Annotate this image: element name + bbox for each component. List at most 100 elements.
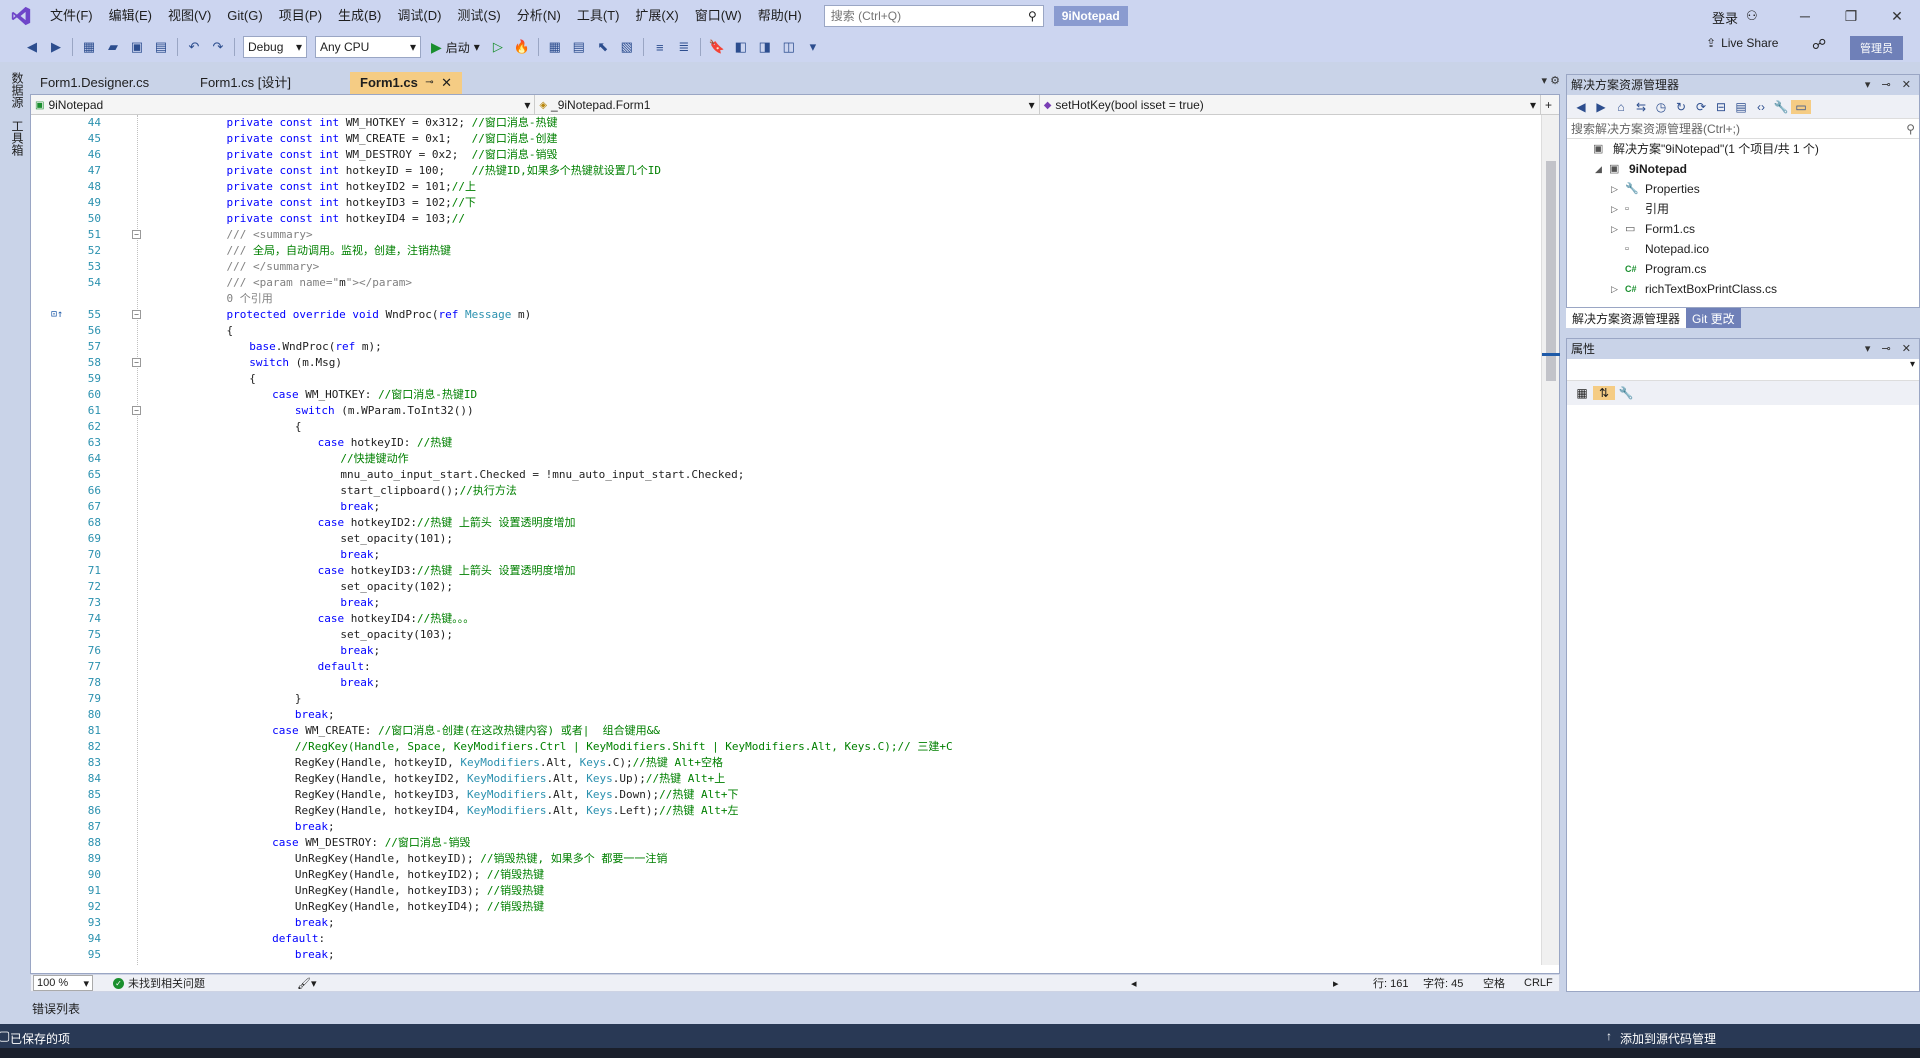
error-list-tab[interactable]: 错误列表	[30, 998, 82, 1019]
code-line[interactable]: 59 {	[31, 371, 1541, 387]
alphabetical-icon[interactable]: ⇅	[1593, 386, 1615, 400]
code-line[interactable]: 79}	[31, 691, 1541, 707]
code-line[interactable]: 66 start_clipboard();//执行方法	[31, 483, 1541, 499]
code-line[interactable]: 51 − /// <summary>	[31, 227, 1541, 243]
restore-button[interactable]: ❐	[1828, 0, 1874, 32]
data-sources-tab[interactable]: 数据源	[4, 66, 26, 114]
expand-icon[interactable]: ▷	[1611, 179, 1618, 199]
code-line[interactable]: 44 private const int WM_HOTKEY = 0x312; /…	[31, 115, 1541, 131]
collapse-icon[interactable]: −	[132, 358, 141, 367]
solution-config-icon[interactable]: ▧	[617, 37, 637, 57]
code-line[interactable]: ⊡↑ 55− protected override void WndProc(ref…	[31, 307, 1541, 323]
code-line[interactable]: 56 {	[31, 323, 1541, 339]
code-line[interactable]: 65 mnu_auto_input_start.Checked = !mnu_au…	[31, 467, 1541, 483]
tab-git-changes[interactable]: Git 更改	[1686, 308, 1741, 328]
search-input[interactable]	[830, 9, 1028, 23]
home-icon[interactable]: ⌂	[1611, 100, 1631, 114]
tab-form1-designer-cs[interactable]: Form1.Designer.cs	[30, 72, 190, 94]
code-line[interactable]: 90 UnRegKey(Handle, hotkeyID2); //销毁热键	[31, 867, 1541, 883]
clear-bookmarks-icon[interactable]: ◫	[779, 37, 799, 57]
tab-solution-explorer[interactable]: 解决方案资源管理器	[1566, 308, 1687, 328]
preview-icon[interactable]: ▭	[1791, 99, 1811, 114]
layout-icon[interactable]: ▤	[569, 37, 589, 57]
start-without-debugging-icon[interactable]: ▷	[488, 37, 508, 57]
code-line[interactable]: 62 {	[31, 419, 1541, 435]
live-share-button[interactable]: ⇪ Live Share	[1706, 36, 1778, 50]
eol-indicator[interactable]: CRLF	[1524, 977, 1553, 989]
menu-item[interactable]: 调试(D)	[389, 0, 449, 32]
pin-icon[interactable]: ⊸	[425, 72, 433, 94]
tree-item[interactable]: ▷ 🔧 Properties	[1567, 179, 1919, 199]
save-all-icon[interactable]: ▤	[151, 37, 171, 57]
tree-item[interactable]: ▷ ▭ Form1.cs	[1567, 219, 1919, 239]
menu-item[interactable]: 视图(V)	[160, 0, 219, 32]
menu-item[interactable]: Git(G)	[219, 0, 270, 32]
code-line[interactable]: 48 private const int hotkeyID2 = 101;//上	[31, 179, 1541, 195]
toolbox-tab[interactable]: 工具箱	[4, 114, 26, 162]
tab-overflow-icon[interactable]: ▾ ⚙	[1542, 74, 1560, 87]
save-icon[interactable]: ▣	[127, 37, 147, 57]
solution-search-input[interactable]: 搜索解决方案资源管理器(Ctrl+;) ⚲	[1567, 119, 1919, 139]
code-line[interactable]: 75 set_opacity(103);	[31, 627, 1541, 643]
menu-item[interactable]: 文件(F)	[42, 0, 101, 32]
code-line[interactable]: 91 UnRegKey(Handle, hotkeyID3); //销毁热键	[31, 883, 1541, 899]
issues-indicator[interactable]: ✓ 未找到相关问题	[113, 975, 205, 991]
menu-item[interactable]: 编辑(E)	[101, 0, 160, 32]
code-line[interactable]: 57 base.WndProc(ref m);	[31, 339, 1541, 355]
start-button[interactable]: ▶ 启动 ▾	[431, 39, 480, 56]
code-line[interactable]: 50 private const int hotkeyID4 = 103;//	[31, 211, 1541, 227]
code-line[interactable]: 54 /// <param name="m"></param>	[31, 275, 1541, 291]
show-all-files-icon[interactable]: ▤	[1731, 100, 1751, 114]
horizontal-scroll-right-icon[interactable]: ▸	[1333, 977, 1339, 990]
configuration-select[interactable]: Debug ▾	[243, 36, 307, 58]
horizontal-scroll-left-icon[interactable]: ◂	[1131, 977, 1137, 990]
tree-item[interactable]: ▣ 解决方案"9iNotepad"(1 个项目/共 1 个)	[1567, 139, 1919, 159]
menu-item[interactable]: 测试(S)	[449, 0, 508, 32]
tree-item[interactable]: ▷ ▫ 引用	[1567, 199, 1919, 219]
code-line[interactable]: 87 break;	[31, 819, 1541, 835]
project-dropdown[interactable]: ▣ 9iNotepad ▾	[31, 95, 536, 115]
menu-item[interactable]: 项目(P)	[271, 0, 330, 32]
split-editor-icon[interactable]: +	[1541, 95, 1559, 115]
code-line[interactable]: 86 RegKey(Handle, hotkeyID4, KeyModifiers…	[31, 803, 1541, 819]
code-line[interactable]: 76 break;	[31, 643, 1541, 659]
notifications-icon[interactable]: ▢	[0, 1028, 10, 1044]
code-line[interactable]: 95 break;	[31, 947, 1541, 963]
close-icon[interactable]: ✕	[441, 72, 452, 94]
code-line[interactable]: 84 RegKey(Handle, hotkeyID2, KeyModifiers…	[31, 771, 1541, 787]
expand-icon[interactable]: ▷	[1611, 279, 1618, 299]
bookmark-icon[interactable]: 🔖	[707, 37, 727, 57]
collapse-icon[interactable]: −	[132, 406, 141, 415]
code-line[interactable]: 72 set_opacity(102);	[31, 579, 1541, 595]
code-cleanup-icon[interactable]: 🖌▾	[297, 977, 317, 990]
view-code-icon[interactable]: ‹›	[1751, 100, 1771, 114]
minimize-button[interactable]: ─	[1782, 0, 1828, 32]
expand-icon[interactable]: ◢	[1595, 159, 1602, 179]
menu-item[interactable]: 生成(B)	[330, 0, 389, 32]
line-indicator[interactable]: 行: 161	[1373, 975, 1408, 991]
code-line[interactable]: 46 private const int WM_DESTROY = 0x2; //…	[31, 147, 1541, 163]
menu-item[interactable]: 扩展(X)	[627, 0, 686, 32]
code-line[interactable]: 74 case hotkeyID4://热键。。。	[31, 611, 1541, 627]
properties-icon[interactable]: 🔧	[1771, 100, 1791, 114]
forward-icon[interactable]: ▶	[1591, 100, 1611, 114]
tab-form1-cs[interactable]: Form1.cs ⊸ ✕	[350, 72, 462, 94]
code-line[interactable]: 63 case hotkeyID: //热键	[31, 435, 1541, 451]
refresh-icon[interactable]: ⟳	[1691, 100, 1711, 114]
code-line[interactable]: 89 UnRegKey(Handle, hotkeyID); //销毁热键, 如果…	[31, 851, 1541, 867]
code-line[interactable]: 45 private const int WM_CREATE = 0x1; //窗…	[31, 131, 1541, 147]
code-line[interactable]: 0 个引用	[31, 291, 1541, 307]
outdent-icon[interactable]: ≣	[674, 37, 694, 57]
code-line[interactable]: 71 case hotkeyID3://热键 上箭头 设置透明度增加	[31, 563, 1541, 579]
code-line[interactable]: 70 break;	[31, 547, 1541, 563]
zoom-select[interactable]: 100 % ▾	[33, 975, 93, 991]
code-line[interactable]: 81 case WM_CREATE: //窗口消息-创建(在这改热键内容) 或者|…	[31, 723, 1541, 739]
code-line[interactable]: 64 //快捷键动作	[31, 451, 1541, 467]
code-line[interactable]: 67 break;	[31, 499, 1541, 515]
code-line[interactable]: 93 break;	[31, 915, 1541, 931]
editor-vertical-scrollbar[interactable]	[1541, 115, 1560, 965]
property-pages-icon[interactable]: 🔧	[1615, 386, 1637, 400]
code-line[interactable]: 82 //RegKey(Handle, Space, KeyModifiers.C…	[31, 739, 1541, 755]
next-bookmark-icon[interactable]: ◨	[755, 37, 775, 57]
tree-item[interactable]: ▫ Notepad.ico	[1567, 239, 1919, 259]
